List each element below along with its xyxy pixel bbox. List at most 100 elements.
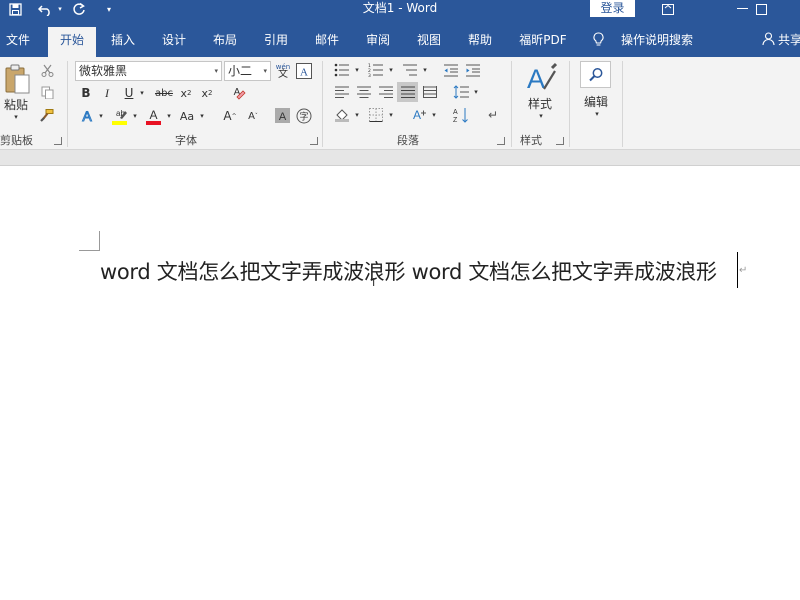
save-icon[interactable] (6, 0, 24, 18)
superscript-icon[interactable]: x2 (199, 85, 215, 101)
multilevel-list-icon[interactable] (401, 62, 419, 78)
show-formatting-marks-icon[interactable]: ↵ (484, 107, 502, 123)
align-left-icon[interactable] (333, 84, 351, 100)
subscript-icon[interactable]: x2 (178, 85, 194, 101)
tab-mailings[interactable]: 邮件 (308, 27, 346, 57)
tab-file[interactable]: 文件 (0, 27, 36, 57)
underline-icon[interactable]: U (122, 85, 136, 101)
cut-icon[interactable] (38, 61, 56, 79)
change-case-dropdown-icon[interactable]: ▾ (197, 109, 207, 123)
font-color-icon[interactable]: A (144, 106, 162, 126)
tab-design[interactable]: 设计 (155, 27, 193, 57)
tab-references[interactable]: 引用 (257, 27, 295, 57)
document-canvas[interactable] (0, 166, 800, 600)
maximize-icon[interactable] (752, 0, 770, 18)
clipboard-dialog-launcher[interactable] (54, 137, 62, 145)
lightbulb-icon[interactable] (590, 27, 606, 57)
font-name-dropdown-icon[interactable]: ▾ (214, 62, 218, 80)
text-effects-dropdown-icon[interactable]: ▾ (96, 109, 106, 123)
numbering-dropdown-icon[interactable]: ▾ (386, 62, 396, 78)
styles-dialog-launcher[interactable] (556, 137, 564, 145)
tab-foxit-pdf[interactable]: 福昕PDF (512, 27, 574, 57)
share-button[interactable]: 共享 (778, 27, 800, 57)
tab-review[interactable]: 审阅 (359, 27, 397, 57)
line-spacing-icon[interactable] (452, 84, 470, 100)
tell-me-search[interactable]: 操作说明搜索 (618, 27, 696, 57)
character-shading-icon[interactable]: A (274, 107, 290, 124)
svg-text:A: A (300, 66, 308, 78)
highlight-color-dropdown-icon[interactable]: ▾ (130, 109, 140, 123)
ribbon-tab-bar: 文件 开始 插入 设计 布局 引用 邮件 审阅 视图 帮助 福昕PDF 操作说明… (0, 18, 800, 57)
sort-icon[interactable]: AZ (452, 106, 470, 124)
grow-font-icon[interactable]: A ^ (221, 107, 239, 125)
distributed-icon[interactable] (421, 84, 439, 100)
tab-help[interactable]: 帮助 (461, 27, 499, 57)
chinese-layout-dropdown-icon[interactable]: ▾ (429, 107, 439, 123)
strikethrough-icon[interactable]: abc (154, 85, 174, 101)
italic-icon[interactable]: I (100, 85, 114, 101)
redo-icon[interactable] (70, 0, 88, 18)
tab-insert[interactable]: 插入 (104, 27, 142, 57)
bullets-icon[interactable] (333, 62, 351, 78)
justify-icon[interactable] (397, 82, 418, 102)
enclose-characters-icon[interactable]: 字 (295, 107, 313, 125)
font-dialog-launcher[interactable] (310, 137, 318, 145)
paragraph-group-label: 段落 (397, 134, 419, 147)
underline-dropdown-icon[interactable]: ▾ (137, 85, 147, 101)
font-name-combo[interactable]: 微软雅黑 ▾ (75, 61, 222, 81)
align-right-icon[interactable] (377, 84, 395, 100)
text-effects-icon[interactable]: A (78, 107, 96, 125)
ribbon-display-options-icon[interactable] (658, 0, 678, 18)
editing-button-label[interactable]: 编辑 (576, 93, 616, 109)
minimize-icon[interactable] (733, 0, 751, 18)
undo-icon[interactable] (35, 0, 55, 18)
bold-icon[interactable]: B (79, 85, 93, 101)
login-button[interactable]: 登录 (590, 0, 635, 17)
numbering-icon[interactable]: 123 (367, 62, 385, 78)
find-icon[interactable] (580, 61, 611, 88)
decrease-indent-icon[interactable] (442, 62, 460, 78)
change-case-icon[interactable]: Aa (178, 107, 196, 125)
font-size-value: 小二 (228, 64, 253, 78)
customize-toolbar-icon[interactable]: ▾ (102, 0, 116, 18)
borders-dropdown-icon[interactable]: ▾ (386, 107, 396, 123)
copy-icon[interactable] (38, 83, 56, 101)
chinese-layout-icon[interactable]: A (410, 107, 428, 123)
clear-formatting-icon[interactable]: A (230, 84, 248, 102)
multilevel-list-dropdown-icon[interactable]: ▾ (420, 62, 430, 78)
line-spacing-dropdown-icon[interactable]: ▾ (471, 84, 481, 100)
tab-home[interactable]: 开始 (48, 27, 96, 57)
phonetic-guide-icon[interactable]: wén 文 (274, 60, 292, 82)
font-size-combo[interactable]: 小二 ▾ (224, 61, 271, 81)
paste-icon[interactable] (2, 62, 32, 96)
user-icon[interactable] (760, 27, 776, 57)
paragraph-dialog-launcher[interactable] (497, 137, 505, 145)
svg-text:字: 字 (299, 111, 308, 123)
font-size-dropdown-icon[interactable]: ▾ (263, 62, 267, 80)
character-border-icon[interactable]: A (295, 62, 312, 79)
styles-button-label[interactable]: 样式 (520, 95, 560, 111)
tab-view[interactable]: 视图 (410, 27, 448, 57)
styles-group-label: 样式 (520, 134, 542, 147)
bullets-dropdown-icon[interactable]: ▾ (352, 62, 362, 78)
tab-layout[interactable]: 布局 (206, 27, 244, 57)
shading-dropdown-icon[interactable]: ▾ (352, 107, 362, 123)
styles-dropdown-icon[interactable]: ▾ (535, 111, 547, 121)
group-separator (67, 61, 68, 147)
shading-icon[interactable] (333, 107, 351, 123)
svg-text:A: A (278, 111, 286, 123)
shrink-font-icon[interactable]: Aˇ (244, 107, 262, 125)
font-color-dropdown-icon[interactable]: ▾ (164, 109, 174, 123)
align-center-icon[interactable] (355, 84, 373, 100)
document-paragraph[interactable]: word 文档怎么把文字弄成波浪形 word 文档怎么把文字弄成波浪形 (100, 257, 717, 287)
format-painter-icon[interactable] (38, 106, 56, 124)
editing-dropdown-icon[interactable]: ▾ (591, 109, 603, 119)
styles-icon[interactable]: A (524, 61, 558, 93)
borders-icon[interactable] (367, 107, 385, 123)
ribbon-home: 粘贴 ▾ 剪贴板 微软雅黑 ▾ 小二 ▾ wén 文 A B I U ▾ abc… (0, 57, 800, 150)
increase-indent-icon[interactable] (464, 62, 482, 78)
undo-dropdown-icon[interactable]: ▾ (55, 0, 65, 18)
highlight-color-icon[interactable]: ab (110, 106, 128, 126)
paste-dropdown-icon[interactable]: ▾ (10, 112, 22, 122)
paste-button-label[interactable]: 粘贴 (0, 96, 32, 112)
